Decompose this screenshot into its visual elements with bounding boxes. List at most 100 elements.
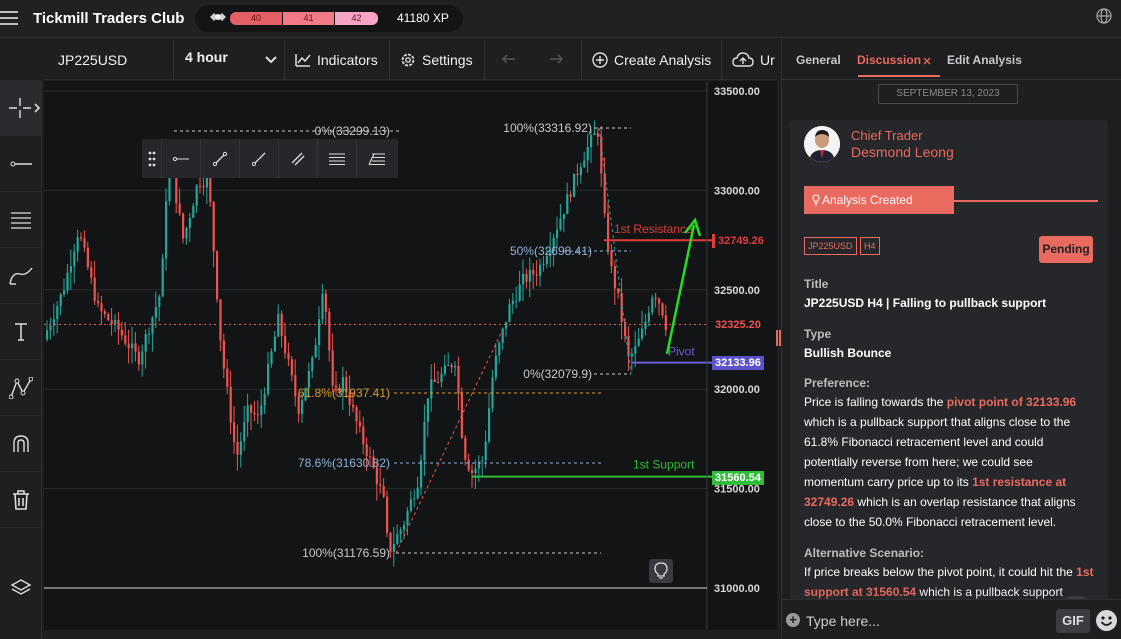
support-label: 1st Support <box>633 458 695 472</box>
globe-icon[interactable] <box>1096 8 1112 24</box>
pivot-price-tag: 32133.96 <box>712 356 764 370</box>
candle-body <box>471 470 474 474</box>
candle-body <box>474 468 477 474</box>
crosshair-tool[interactable] <box>0 80 42 136</box>
upload-button[interactable]: Ur <box>732 40 775 80</box>
candle-body <box>484 441 487 461</box>
close-icon[interactable] <box>923 57 931 65</box>
candle-body <box>222 340 225 369</box>
candle-body <box>464 437 467 460</box>
candle-body <box>539 264 542 276</box>
parallel-line-icon[interactable] <box>279 139 318 178</box>
tab-general[interactable]: General <box>796 53 841 67</box>
candle-body <box>511 300 514 305</box>
candle-body <box>49 325 52 331</box>
brush-tool[interactable] <box>0 248 42 304</box>
fib-level-label: 100%(31176.59) <box>302 546 390 560</box>
candle-body <box>253 412 256 415</box>
timeframe-dropdown[interactable]: 4 hour <box>185 40 283 80</box>
fib-tool[interactable] <box>0 192 42 248</box>
ray-line-icon[interactable] <box>240 139 279 178</box>
idea-button[interactable] <box>649 559 673 583</box>
candle-body <box>454 365 457 368</box>
candle-body <box>481 460 484 462</box>
price-axis-label: 33000.00 <box>714 185 760 197</box>
undo-button[interactable] <box>501 40 523 80</box>
analysis-title: JP225USD H4 | Falling to pullback suppor… <box>804 296 1047 310</box>
candle-body <box>399 529 402 535</box>
trend-line-icon[interactable] <box>201 139 240 178</box>
tab-discussion[interactable]: Discussion <box>857 53 921 67</box>
candle-body <box>450 365 453 368</box>
candle-body <box>107 314 110 321</box>
candle-body <box>233 422 236 443</box>
candle-body <box>97 300 100 304</box>
symbol-tag: JP225USD <box>804 237 857 255</box>
fibonacci-icon <box>11 211 31 229</box>
candle-body <box>277 313 280 337</box>
drag-handle-icon[interactable] <box>142 139 162 178</box>
drawing-toolbar <box>0 80 42 639</box>
candle-body <box>148 333 151 335</box>
settings-button[interactable]: Settings <box>400 40 473 80</box>
candle-body <box>651 297 654 313</box>
create-analysis-button[interactable]: Create Analysis <box>592 40 711 80</box>
candle-body <box>90 267 93 278</box>
candle-body <box>505 321 508 329</box>
chart-toolbar: JP225USD 4 hour Indicators Settings Crea… <box>44 40 777 80</box>
brush-icon <box>9 267 33 285</box>
candle-body <box>83 238 86 248</box>
pattern-tool[interactable] <box>0 360 42 416</box>
symbol-selector[interactable]: JP225USD <box>58 40 127 80</box>
horizontal-ray-icon[interactable] <box>162 139 201 178</box>
xp-progress: 40 41 42 41180 XP <box>195 5 463 32</box>
fib-retracement-icon[interactable] <box>318 139 357 178</box>
candle-body <box>413 498 416 500</box>
magnet-tool[interactable] <box>0 416 42 472</box>
candle-body <box>114 319 117 325</box>
candle-body <box>93 277 96 301</box>
emoji-icon[interactable] <box>1096 610 1117 631</box>
candle-body <box>382 485 385 497</box>
rank-badge-icon <box>210 13 226 21</box>
delete-tool[interactable] <box>0 472 42 528</box>
price-axis[interactable]: 33500.00 33000.00 32500.00 32000.00 31500.00… <box>714 86 760 595</box>
candle-body <box>630 353 633 357</box>
indicators-label: Indicators <box>317 52 378 68</box>
fib-extension-icon[interactable] <box>357 139 396 178</box>
candle-body <box>178 203 181 214</box>
candle-body <box>658 299 661 304</box>
candle-body <box>270 351 273 364</box>
menu-icon[interactable] <box>0 11 18 25</box>
candle-body <box>433 379 436 382</box>
candle-body <box>273 336 276 352</box>
chart-area[interactable]: 0%(33299.13) 100%(33316.92) 50%(32698.41) 0… <box>44 81 777 630</box>
text-icon <box>15 322 27 341</box>
plus-circle-icon <box>592 52 608 68</box>
layers-tool[interactable] <box>0 560 42 616</box>
candle-body <box>46 330 49 340</box>
plus-icon[interactable]: + <box>786 613 800 627</box>
fib-level-label: 0%(32079.9) <box>523 367 592 381</box>
gear-icon <box>401 53 415 67</box>
text-tool[interactable] <box>0 304 42 360</box>
indicators-button[interactable]: Indicators <box>295 40 378 80</box>
line-tool[interactable] <box>0 136 42 192</box>
gif-button[interactable]: GIF <box>1056 609 1090 633</box>
candle-body <box>209 177 212 203</box>
price-axis-label: 33500.00 <box>714 86 760 98</box>
redo-button[interactable] <box>548 40 570 80</box>
chevron-right-icon <box>34 103 40 113</box>
tab-edit-analysis[interactable]: Edit Analysis <box>947 53 1022 67</box>
candle-body <box>426 398 429 422</box>
candle-body <box>358 421 361 427</box>
candle-body <box>158 296 161 308</box>
candle-body <box>226 368 229 387</box>
timeframe-label: 4 hour <box>185 49 228 65</box>
candle-body <box>641 328 644 339</box>
candle-body <box>188 218 191 228</box>
candle-body <box>59 294 62 307</box>
candle-body <box>559 218 562 230</box>
candle-body <box>195 185 198 206</box>
message-input[interactable] <box>806 612 1046 630</box>
